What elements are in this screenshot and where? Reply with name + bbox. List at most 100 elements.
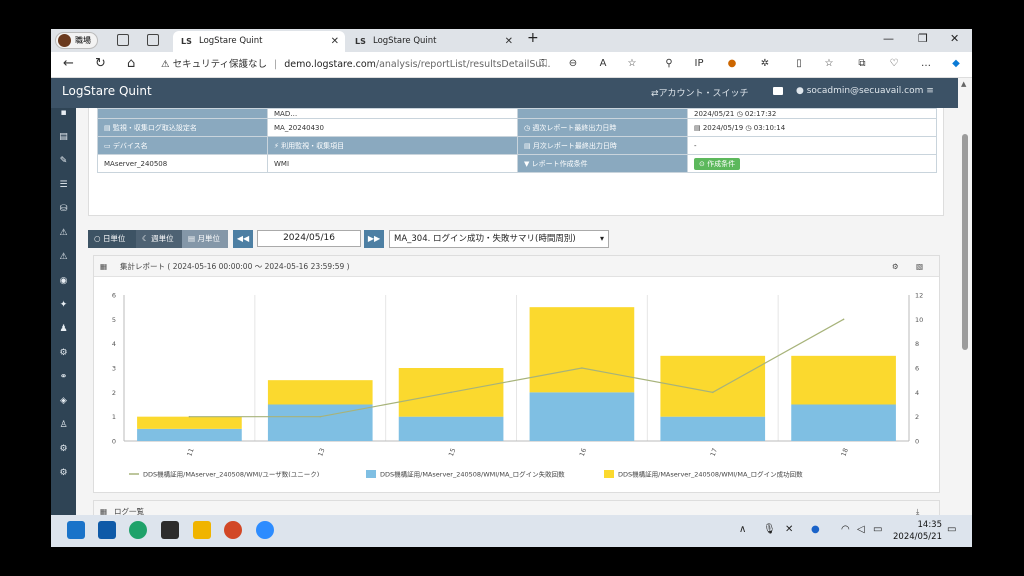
extension-icon[interactable]: ● bbox=[726, 58, 738, 70]
info-label: ▼ レポート作成条件 bbox=[517, 154, 688, 173]
profile-button[interactable]: 職場 bbox=[55, 32, 98, 49]
day-unit-button[interactable]: ○ 日単位 bbox=[88, 230, 136, 248]
close-tab-icon[interactable]: ✕ bbox=[331, 31, 339, 52]
battery-icon[interactable]: ▭ bbox=[873, 524, 882, 535]
sidebar-tools-icon[interactable]: ✎ bbox=[58, 156, 69, 167]
clock[interactable]: 14:35 2024/05/21 bbox=[893, 519, 942, 543]
report-type-select[interactable]: MA_304. ログイン成功・失敗サマリ(時間周別) ▾ bbox=[389, 230, 609, 248]
sidebar-warning-icon[interactable]: ⚠ bbox=[58, 252, 69, 263]
sidebar-cogs-icon[interactable]: ⚙ bbox=[58, 444, 69, 455]
scroll-thumb[interactable] bbox=[962, 134, 968, 350]
zoom-icon[interactable]: ⊖ bbox=[567, 58, 579, 70]
tab-logstare-1[interactable]: LS LogStare Quint ✕ bbox=[173, 31, 345, 52]
sidebar-database-icon[interactable]: ⛁ bbox=[58, 204, 69, 215]
close-window-icon[interactable]: ✕ bbox=[950, 32, 959, 45]
info-value: 2024/05/21 ◷ 02:17:32 bbox=[687, 108, 937, 119]
powerpoint-icon[interactable] bbox=[224, 521, 242, 539]
x-tick-label: 13 bbox=[316, 447, 326, 458]
info-label: ▤ 監視・収集ログ取込設定名 bbox=[97, 118, 268, 137]
sidebar-settings-icon[interactable]: ⚙ bbox=[58, 348, 69, 359]
next-date-button[interactable]: ▶▶ bbox=[364, 230, 384, 248]
app-title[interactable]: LogStare Quint bbox=[62, 84, 152, 98]
vertical-scrollbar[interactable]: ▲ ▼ bbox=[958, 78, 972, 547]
monitor-setting-label: 監視・収集ログ取込設定名 bbox=[112, 123, 197, 132]
sidebar-eye-icon[interactable]: ◉ bbox=[58, 276, 69, 287]
logstare-favicon-icon: LS bbox=[181, 37, 192, 46]
restore-icon[interactable]: ❐ bbox=[918, 32, 928, 45]
prev-date-button[interactable]: ◀◀ bbox=[233, 230, 253, 248]
puzzle-icon[interactable]: ✲ bbox=[759, 58, 771, 70]
refresh-icon[interactable]: ↻ bbox=[95, 56, 106, 71]
sidebar-cogs2-icon[interactable]: ⚙ bbox=[58, 468, 69, 479]
search-icon[interactable]: ⚲ bbox=[663, 58, 675, 70]
tab-title: LogStare Quint bbox=[199, 36, 263, 46]
performance-icon[interactable]: ♡ bbox=[888, 58, 900, 70]
sidebar-layers-icon[interactable]: ◈ bbox=[58, 396, 69, 407]
sidebar-wrench-icon[interactable]: ✦ bbox=[58, 300, 69, 311]
outlook-icon[interactable] bbox=[98, 521, 116, 539]
message-icon[interactable] bbox=[773, 87, 783, 95]
terminal-icon[interactable] bbox=[161, 521, 179, 539]
week-unit-button[interactable]: ☾ 週単位 bbox=[136, 230, 182, 248]
sidebar-list-icon[interactable]: ☰ bbox=[58, 180, 69, 191]
notification-icon[interactable]: ▭ bbox=[947, 524, 956, 535]
url-field[interactable]: ⚠ セキュリティ保護なし | demo.logstare.com/analysi… bbox=[161, 55, 656, 75]
sidebar-users-icon[interactable]: ♟ bbox=[58, 324, 69, 335]
wifi-icon[interactable]: ◠ bbox=[841, 524, 850, 535]
split-screen-icon[interactable]: ▯ bbox=[793, 58, 805, 70]
legend-swatch[interactable] bbox=[604, 470, 614, 478]
defender-icon[interactable]: ● bbox=[811, 524, 820, 535]
microphone-icon[interactable]: 🎙 bbox=[763, 524, 776, 535]
line-point bbox=[581, 367, 583, 369]
minimize-icon[interactable]: — bbox=[883, 32, 894, 45]
sidebar-home-icon[interactable]: ▪ bbox=[58, 108, 69, 119]
line-point bbox=[319, 415, 322, 418]
sidebar-user-icon[interactable]: ♙ bbox=[58, 420, 69, 431]
export-icon[interactable]: ▧ bbox=[916, 256, 923, 277]
month-unit-label: 月単位 bbox=[197, 234, 220, 243]
line-point bbox=[188, 415, 191, 418]
create-condition-label: 作成条件 bbox=[707, 159, 736, 168]
info-value: MA_20240430 bbox=[267, 118, 518, 137]
home-icon[interactable]: ⌂ bbox=[127, 56, 135, 71]
legend-swatch[interactable] bbox=[366, 470, 376, 478]
tab-actions-icon[interactable] bbox=[147, 34, 159, 46]
edge-icon[interactable] bbox=[129, 521, 147, 539]
zoom-icon[interactable] bbox=[256, 521, 274, 539]
sidebar-alert-icon[interactable]: ⚠ bbox=[58, 228, 69, 239]
favorites-icon[interactable]: ☆ bbox=[823, 58, 835, 70]
legend-label[interactable]: DDS機構証用/MAserver_240508/WMI/ユーザ数(ユニーク) bbox=[143, 470, 319, 479]
legend-label[interactable]: DDS機構証用/MAserver_240508/WMI/MA_ログイン失敗回数 bbox=[380, 470, 565, 479]
copilot-icon[interactable]: ◆ bbox=[950, 58, 962, 70]
favorite-star-icon[interactable]: ☆ bbox=[626, 58, 638, 70]
url-separator: | bbox=[274, 59, 278, 70]
back-icon[interactable]: ← bbox=[63, 56, 74, 71]
sidebar-sitemap-icon[interactable]: ⚭ bbox=[58, 372, 69, 383]
ip-extension-icon[interactable]: IP bbox=[693, 58, 705, 70]
tab-logstare-2[interactable]: LS LogStare Quint ✕ bbox=[347, 31, 519, 52]
line-point bbox=[711, 391, 714, 394]
key-icon[interactable]: ⚿ bbox=[537, 58, 549, 70]
legend-label[interactable]: DDS機構証用/MAserver_240508/WMI/MA_ログイン成功回数 bbox=[618, 470, 803, 479]
tray-expand-icon[interactable]: ∧ bbox=[739, 524, 746, 535]
x-app-icon[interactable]: ✕ bbox=[785, 524, 793, 535]
file-explorer-icon[interactable] bbox=[193, 521, 211, 539]
start-icon[interactable] bbox=[67, 521, 85, 539]
gear-icon[interactable]: ⚙ bbox=[892, 256, 899, 277]
user-account-menu[interactable]: ● socadmin@secuavail.com ≡ bbox=[796, 86, 934, 96]
more-icon[interactable]: … bbox=[920, 58, 932, 70]
month-unit-button[interactable]: ▤ 月単位 bbox=[182, 230, 228, 248]
collections-icon[interactable]: ⧉ bbox=[856, 58, 868, 70]
workspaces-icon[interactable] bbox=[117, 34, 129, 46]
sidebar-report-icon[interactable]: ▤ bbox=[58, 132, 69, 143]
create-condition-button[interactable]: ⊙ 作成条件 bbox=[694, 157, 741, 170]
x-tick-label: 16 bbox=[578, 447, 588, 458]
close-tab-icon[interactable]: ✕ bbox=[505, 31, 513, 52]
date-input[interactable]: 2024/05/16 bbox=[257, 230, 361, 247]
read-aloud-icon[interactable]: A bbox=[597, 58, 609, 70]
account-switch-link[interactable]: ⇄アカウント・スイッチ bbox=[651, 86, 749, 99]
scroll-up-icon[interactable]: ▲ bbox=[961, 80, 966, 88]
chart-title: 集計レポート ( 2024-05-16 00:00:00 ～ 2024-05-1… bbox=[120, 262, 350, 271]
volume-icon[interactable]: ◁ bbox=[857, 524, 865, 535]
new-tab-icon[interactable]: + bbox=[527, 30, 539, 46]
